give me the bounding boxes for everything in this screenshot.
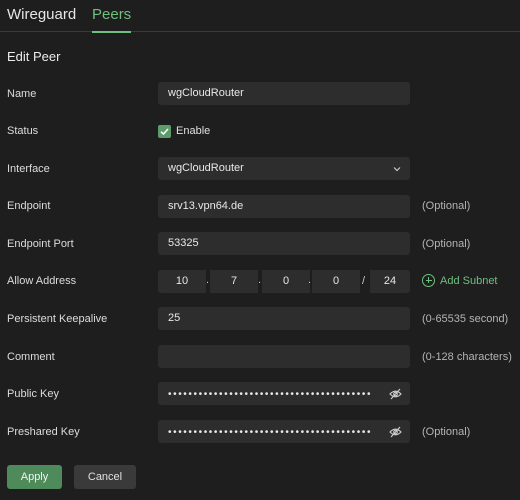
plus-circle-icon (422, 274, 435, 287)
endpoint-label: Endpoint (7, 200, 51, 212)
page-title: Edit Peer (7, 49, 61, 64)
eye-off-icon[interactable] (389, 426, 402, 438)
eye-off-icon[interactable] (389, 388, 402, 400)
address-octet-4[interactable]: 0 (312, 270, 360, 293)
octet-separator: . (308, 274, 312, 286)
status-label: Status (7, 125, 39, 137)
comment-hint: (0-128 characters) (422, 351, 512, 363)
add-subnet-label: Add Subnet (440, 275, 498, 287)
check-icon (160, 128, 169, 136)
preshared-key-mask: •••••••••••••••••••••••••••••••••••••••• (168, 427, 373, 438)
preshared-key-label: Preshared Key (7, 426, 80, 438)
comment-label: Comment (7, 351, 55, 363)
endpoint-port-hint: (Optional) (422, 238, 471, 250)
public-key-label: Public Key (7, 388, 59, 400)
prefix-separator: / (362, 275, 366, 287)
name-input[interactable]: wgCloudRouter (158, 82, 410, 105)
tab-wireguard[interactable]: Wireguard (7, 6, 76, 32)
enable-label: Enable (176, 125, 211, 137)
octet-separator: . (258, 274, 262, 286)
preshared-key-hint: (Optional) (422, 426, 471, 438)
tab-peers[interactable]: Peers (92, 6, 132, 33)
endpoint-input[interactable]: srv13.vpn64.de (158, 195, 410, 218)
address-octet-1[interactable]: 10 (158, 270, 206, 293)
persistent-keepalive-label: Persistent Keepalive (7, 313, 108, 325)
tab-bar: Wireguard Peers (0, 0, 520, 33)
allow-address-label: Allow Address (7, 275, 77, 287)
comment-input[interactable] (158, 345, 410, 368)
interface-select[interactable]: wgCloudRouter (158, 157, 410, 180)
endpoint-port-input[interactable]: 53325 (158, 232, 410, 255)
address-prefix-input[interactable]: 24 (370, 270, 410, 293)
name-label: Name (7, 88, 37, 100)
interface-label: Interface (7, 163, 50, 175)
endpoint-port-label: Endpoint Port (7, 238, 74, 250)
persistent-keepalive-hint: (0-65535 second) (422, 313, 509, 325)
apply-button[interactable]: Apply (7, 465, 62, 489)
endpoint-hint: (Optional) (422, 200, 471, 212)
cancel-button[interactable]: Cancel (74, 465, 136, 489)
octet-separator: . (206, 274, 210, 286)
persistent-keepalive-input[interactable]: 25 (158, 307, 410, 330)
address-octet-2[interactable]: 7 (210, 270, 258, 293)
chevron-down-icon[interactable] (392, 164, 402, 174)
enable-checkbox[interactable] (158, 125, 171, 138)
public-key-mask: •••••••••••••••••••••••••••••••••••••••• (168, 389, 373, 400)
address-octet-3[interactable]: 0 (262, 270, 310, 293)
